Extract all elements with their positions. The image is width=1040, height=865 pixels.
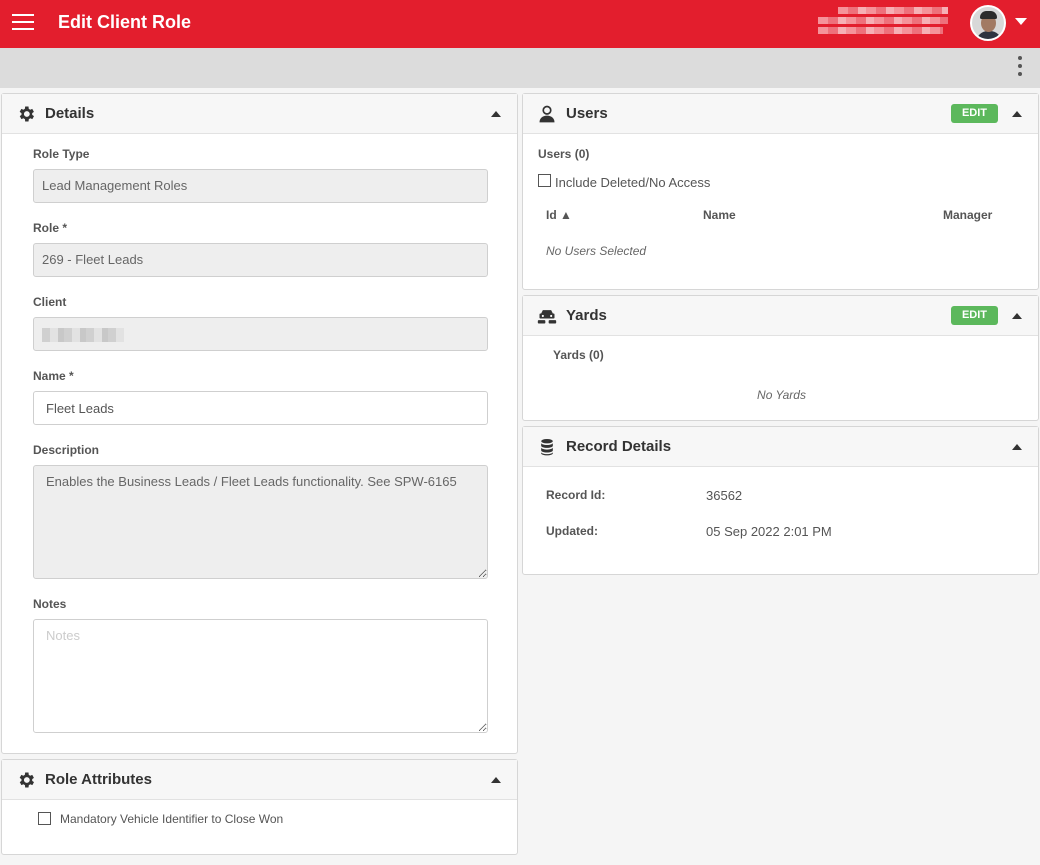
include-deleted-checkbox[interactable]: [538, 174, 551, 187]
details-panel-title: Details: [45, 105, 95, 122]
user-icon: [539, 105, 555, 123]
gear-icon: [19, 106, 34, 122]
details-panel: Details Role Type Lead Management Roles …: [1, 93, 518, 754]
yards-empty-message: No Yards: [757, 388, 806, 402]
users-column-id[interactable]: Id ▲: [546, 208, 572, 222]
toolbar: [0, 48, 1040, 88]
role-type-field: Lead Management Roles: [33, 169, 488, 203]
users-column-name[interactable]: Name: [703, 208, 736, 222]
avatar[interactable]: [970, 5, 1006, 41]
yards-count: Yards (0): [553, 348, 604, 362]
collapse-caret-icon[interactable]: [1012, 313, 1022, 319]
include-deleted-label: Include Deleted/No Access: [555, 175, 711, 190]
collapse-caret-icon[interactable]: [1012, 111, 1022, 117]
updated-label: Updated:: [546, 524, 598, 538]
gear-icon: [19, 772, 34, 788]
users-panel: Users EDIT Users (0) Include Deleted/No …: [522, 93, 1039, 290]
user-menu-chevron-down-icon[interactable]: [1015, 18, 1027, 25]
user-name-redacted: [818, 7, 948, 41]
client-name-redacted: [42, 328, 124, 342]
yards-panel-title: Yards: [566, 307, 607, 324]
page-title: Edit Client Role: [58, 12, 192, 32]
name-input[interactable]: [33, 391, 488, 425]
record-id-label: Record Id:: [546, 488, 606, 502]
notes-label: Notes: [33, 597, 67, 611]
more-options-icon[interactable]: [1016, 56, 1024, 80]
description-textarea[interactable]: Enables the Business Leads / Fleet Leads…: [33, 465, 488, 579]
role-attributes-panel: Role Attributes Mandatory Vehicle Identi…: [1, 759, 518, 855]
details-panel-header[interactable]: Details: [2, 94, 517, 134]
record-id-value: 36562: [706, 488, 743, 503]
client-field: [33, 317, 488, 351]
role-field: 269 - Fleet Leads: [33, 243, 488, 277]
record-details-panel: Record Details Record Id: 36562 Updated:…: [522, 426, 1039, 575]
collapse-caret-icon[interactable]: [491, 111, 501, 117]
record-details-title: Record Details: [566, 438, 672, 455]
yards-edit-button[interactable]: EDIT: [951, 306, 998, 325]
yards-panel-header[interactable]: Yards EDIT: [523, 296, 1038, 336]
users-empty-message: No Users Selected: [546, 244, 647, 258]
collapse-caret-icon[interactable]: [491, 777, 501, 783]
database-icon: [541, 439, 553, 456]
name-label: Name *: [33, 369, 74, 383]
mandatory-vehicle-identifier-label: Mandatory Vehicle Identifier to Close Wo…: [60, 812, 284, 826]
users-column-manager[interactable]: Manager: [943, 208, 992, 222]
users-edit-button[interactable]: EDIT: [951, 104, 998, 123]
collapse-caret-icon[interactable]: [1012, 444, 1022, 450]
yards-icon: [537, 310, 557, 324]
top-app-bar: Edit Client Role: [0, 0, 1040, 48]
users-panel-header[interactable]: Users EDIT: [523, 94, 1038, 134]
hamburger-menu-icon[interactable]: [12, 14, 34, 32]
users-panel-title: Users: [566, 105, 608, 122]
role-attributes-header[interactable]: Role Attributes: [2, 760, 517, 800]
yards-panel: Yards EDIT Yards (0) No Yards: [522, 295, 1039, 421]
role-type-label: Role Type: [33, 147, 90, 161]
client-label: Client: [33, 295, 67, 309]
description-label: Description: [33, 443, 100, 457]
mandatory-vehicle-identifier-checkbox[interactable]: [38, 812, 51, 825]
notes-textarea[interactable]: [33, 619, 488, 733]
users-count: Users (0): [538, 147, 590, 161]
updated-value: 05 Sep 2022 2:01 PM: [706, 524, 832, 539]
role-label: Role *: [33, 221, 68, 235]
record-details-header[interactable]: Record Details: [523, 427, 1038, 467]
role-attributes-title: Role Attributes: [45, 771, 152, 788]
